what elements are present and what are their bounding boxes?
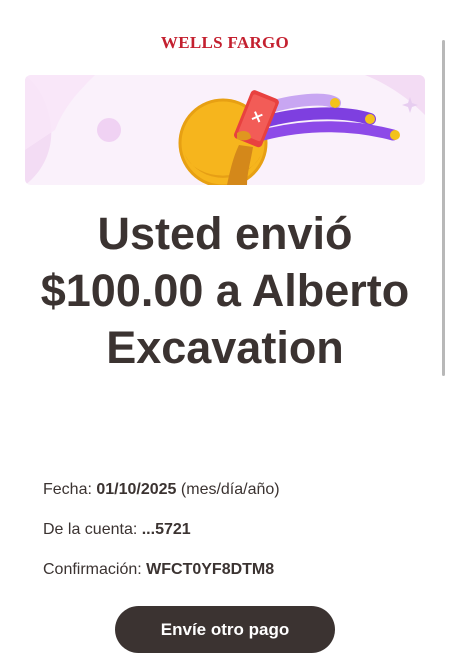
wells-fargo-logo: WELLS FARGO	[160, 33, 290, 52]
payment-confirmation-screen: WELLS FARGO Usted envió $100.00 a Albert…	[0, 0, 450, 667]
confirmation-headline: Usted envió $100.00 a Alberto Excavation	[40, 208, 410, 373]
transaction-details: Fecha: 01/10/2025 (mes/día/año) De la cu…	[43, 478, 423, 598]
date-label: Fecha:	[43, 481, 92, 498]
date-format-hint: (mes/día/año)	[180, 481, 280, 498]
account-row: De la cuenta: ...5721	[43, 518, 423, 558]
phone-payment-illustration-icon	[25, 75, 425, 185]
account-label: De la cuenta:	[43, 521, 138, 538]
date-row: Fecha: 01/10/2025 (mes/día/año)	[43, 478, 423, 518]
account-value: ...5721	[141, 521, 191, 538]
send-another-payment-button[interactable]: Envíe otro pago	[115, 606, 335, 653]
date-value: 01/10/2025	[96, 481, 177, 498]
hero-banner	[25, 75, 425, 185]
confirmation-number-value: WFCT0YF8DTM8	[146, 561, 275, 578]
confirmation-number-label: Confirmación:	[43, 561, 142, 578]
scrollbar[interactable]	[442, 40, 445, 376]
confirmation-number-row: Confirmación: WFCT0YF8DTM8	[43, 558, 423, 598]
